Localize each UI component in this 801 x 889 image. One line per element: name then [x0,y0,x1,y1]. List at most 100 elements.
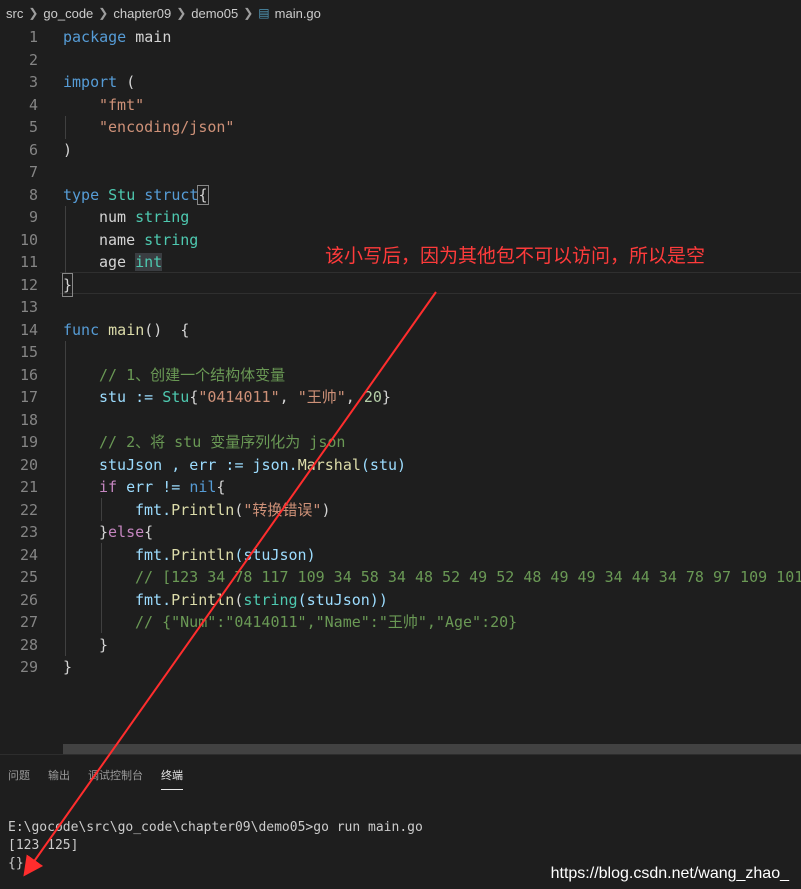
tab-problems[interactable]: 问题 [8,767,30,790]
line-number: 1 [28,28,38,46]
code-line: 2 [0,49,801,72]
breadcrumb-file[interactable]: main.go [275,6,321,21]
breadcrumb-item-src[interactable]: src [6,6,23,21]
code-line: 27 // {"Num":"0414011","Name":"王帅","Age":… [0,611,801,634]
punctuation: { [189,388,199,406]
line-number: 8 [28,185,38,204]
punctuation: , [345,388,364,406]
punctuation: ) [321,500,331,519]
string-literal: "转换错误" [243,500,322,519]
code-line: 8 type Stu struct{ [0,184,801,207]
chevron-right-icon: ❯ [28,6,39,20]
line-number: 7 [28,163,38,181]
line-number: 27 [19,613,38,631]
code-line: 18 [0,409,801,432]
code-line: 6) [0,139,801,162]
type-name: string [144,230,199,249]
line-number: 2 [28,50,38,69]
function-name: Println [171,545,235,564]
keyword: package [63,28,127,46]
tab-debug-console[interactable]: 调试控制台 [88,767,143,790]
code-line: 14 func main() { [0,319,801,342]
code-line: 24 fmt.Println(stuJson) [0,544,801,567]
line-number: 5 [28,118,38,136]
line-number: 19 [19,433,38,451]
type-name: string [243,590,298,609]
function-name: Println [171,500,235,519]
line-number: 16 [19,365,38,384]
code-line: 19 // 2、将 stu 变量序列化为 json [0,431,801,454]
tab-output[interactable]: 输出 [48,767,70,790]
punctuation: } [99,523,109,541]
code-line: 25 // [123 34 78 117 109 34 58 34 48 52 4… [0,566,801,589]
code-line: 26 fmt.Println(string(stuJson)) [0,589,801,612]
field-name: num [99,208,136,226]
line-number: 4 [28,95,38,114]
expression: (stu) [360,455,407,474]
code-line: 28} [0,634,801,657]
line-number: 23 [19,523,38,541]
terminal-command: E:\gocode\src\go_code\chapter09\demo05>g… [8,820,423,835]
comment: // 2、将 stu 变量序列化为 json [99,433,346,451]
annotation-text: 该小写后，因为其他包不可以访问，所以是空 [325,245,706,267]
keyword: struct [144,185,199,204]
code-line: 5 "encoding/json" [0,116,801,139]
punctuation: () { [144,320,190,339]
line-number: 20 [19,455,38,474]
code-line: 17 stu := Stu{"0414011", "王帅", 20} [0,386,801,409]
horizontal-scrollbar[interactable] [63,744,801,754]
code-line: 29} [0,656,801,679]
punctuation: } [99,635,109,654]
field-name: name [99,230,145,249]
line-number: 26 [19,590,38,609]
identifier: main [126,28,172,46]
keyword: type [63,185,100,204]
keyword: func [63,320,100,339]
comment: // [123 34 78 117 109 34 58 34 48 52 49 … [135,568,801,586]
breadcrumb: src ❯ go_code ❯ chapter09 ❯ demo05 ❯ ▤ m… [0,0,801,26]
type-name: int [135,253,163,271]
keyword: else [108,523,145,541]
expression: fmt. [135,545,172,564]
keyword: nil [189,478,217,496]
code-line: 4 "fmt" [0,94,801,117]
terminal-output[interactable]: E:\gocode\src\go_code\chapter09\demo05>g… [8,819,423,873]
punctuation: ( [117,73,136,91]
line-number: 25 [19,568,38,586]
breadcrumb-item-chapter09[interactable]: chapter09 [113,6,171,21]
line-number: 13 [19,298,38,316]
go-file-icon: ▤ [258,6,270,20]
expression: stu := [99,388,163,406]
terminal-line: [123 125] [8,838,79,853]
field-name: age [99,253,136,271]
number-literal: 20 [363,388,382,406]
punctuation: { [144,523,154,541]
comment: // {"Num":"0414011","Name":"王帅","Age":20… [135,613,518,631]
expression: fmt. [135,590,172,609]
punctuation: } [63,658,73,676]
code-editor[interactable]: 1 package main 2 3 import ( 4 "fmt" 5 "encod… [0,26,801,744]
function-name: Println [171,590,235,609]
line-number: 28 [19,635,38,654]
chevron-right-icon: ❯ [176,6,187,20]
breadcrumb-item-demo05[interactable]: demo05 [191,6,238,21]
punctuation: { [216,478,226,496]
breadcrumb-item-go-code[interactable]: go_code [43,6,93,21]
code-line: 9 num string [0,206,801,229]
code-line: 15 [0,341,801,364]
terminal-line: {} [8,856,24,871]
code-line: 7 [0,161,801,184]
chevron-right-icon: ❯ [98,6,109,20]
line-number: 14 [19,320,38,339]
punctuation: } [61,272,74,297]
line-number: 17 [19,388,38,406]
keyword: import [63,73,118,91]
line-number: 6 [28,140,38,159]
code-line: 1 package main [0,26,801,49]
tab-terminal[interactable]: 终端 [161,767,183,790]
punctuation: } [381,388,391,406]
line-number: 15 [19,343,38,361]
string-literal: "王帅" [297,388,346,406]
line-number: 24 [19,545,38,564]
code-line: 3 import ( [0,71,801,94]
